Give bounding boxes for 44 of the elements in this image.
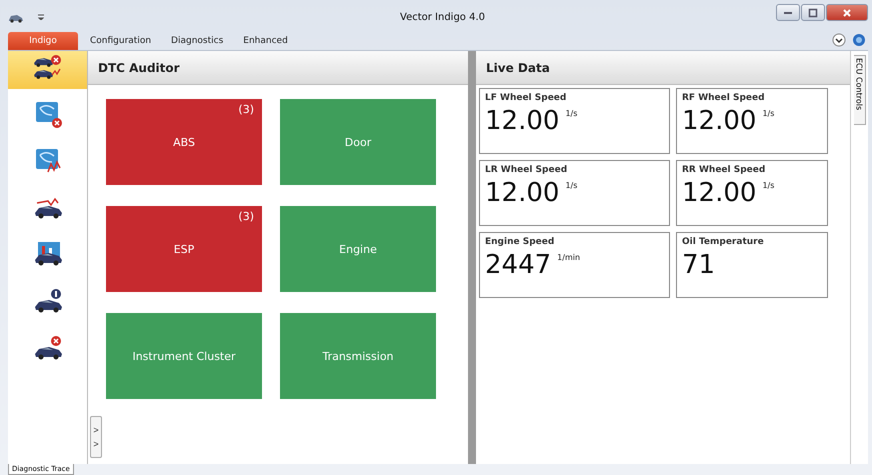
- signal-unit: 1/min: [557, 253, 580, 262]
- signal-value: 12.00: [485, 179, 560, 208]
- sidebar-item[interactable]: [8, 51, 87, 89]
- collapse-icon[interactable]: [832, 33, 846, 47]
- signal-value: 71: [682, 251, 716, 280]
- dtc-tile[interactable]: ESP (3): [106, 206, 262, 292]
- ribbon-tab[interactable]: Indigo: [8, 32, 78, 50]
- panel-title: Live Data: [476, 51, 850, 85]
- expand-button[interactable]: > >: [90, 416, 102, 458]
- maximize-icon: [808, 8, 818, 18]
- signal-value: 2447: [485, 251, 552, 280]
- panel-title: DTC Auditor: [88, 51, 468, 85]
- ribbon-tab[interactable]: Diagnostics: [163, 32, 232, 50]
- signal-unit: 1/s: [565, 181, 578, 190]
- fault-count: (3): [238, 210, 254, 223]
- minimize-icon: [784, 12, 792, 14]
- help-icon[interactable]: [852, 33, 866, 47]
- dtc-tile[interactable]: ABS (3): [106, 99, 262, 185]
- ribbon-tab[interactable]: Configuration: [82, 32, 160, 50]
- signal-label: LF Wheel Speed: [485, 93, 568, 103]
- signal-label: Oil Temperature: [682, 237, 765, 247]
- minimize-button[interactable]: [776, 4, 800, 21]
- signal-value: 12.00: [485, 107, 560, 136]
- side-tab[interactable]: ECU Controls: [854, 55, 866, 125]
- signal-label: LR Wheel Speed: [485, 165, 568, 175]
- signal-value: 12.00: [682, 179, 756, 208]
- close-button[interactable]: [826, 4, 868, 21]
- customize-icon[interactable]: [38, 14, 44, 20]
- signal-unit: 1/s: [565, 109, 578, 118]
- close-icon: [842, 8, 852, 18]
- dtc-tile[interactable]: Transmission: [280, 313, 436, 399]
- signal-label: Engine Speed: [485, 237, 556, 247]
- signal-label: RR Wheel Speed: [682, 165, 766, 175]
- signal-unit: 1/s: [762, 109, 774, 118]
- window-title: Vector Indigo 4.0: [399, 12, 486, 22]
- dtc-tile[interactable]: Instrument Cluster: [106, 313, 262, 399]
- fault-count: (3): [238, 103, 254, 116]
- signal-label: RF Wheel Speed: [682, 93, 766, 103]
- maximize-button[interactable]: [801, 4, 825, 21]
- dtc-tile[interactable]: Door: [280, 99, 436, 185]
- dtc-tile[interactable]: Engine: [280, 206, 436, 292]
- ribbon-tab[interactable]: Enhanced: [235, 32, 296, 50]
- signal-unit: 1/s: [762, 181, 774, 190]
- signal-value: 12.00: [682, 107, 756, 136]
